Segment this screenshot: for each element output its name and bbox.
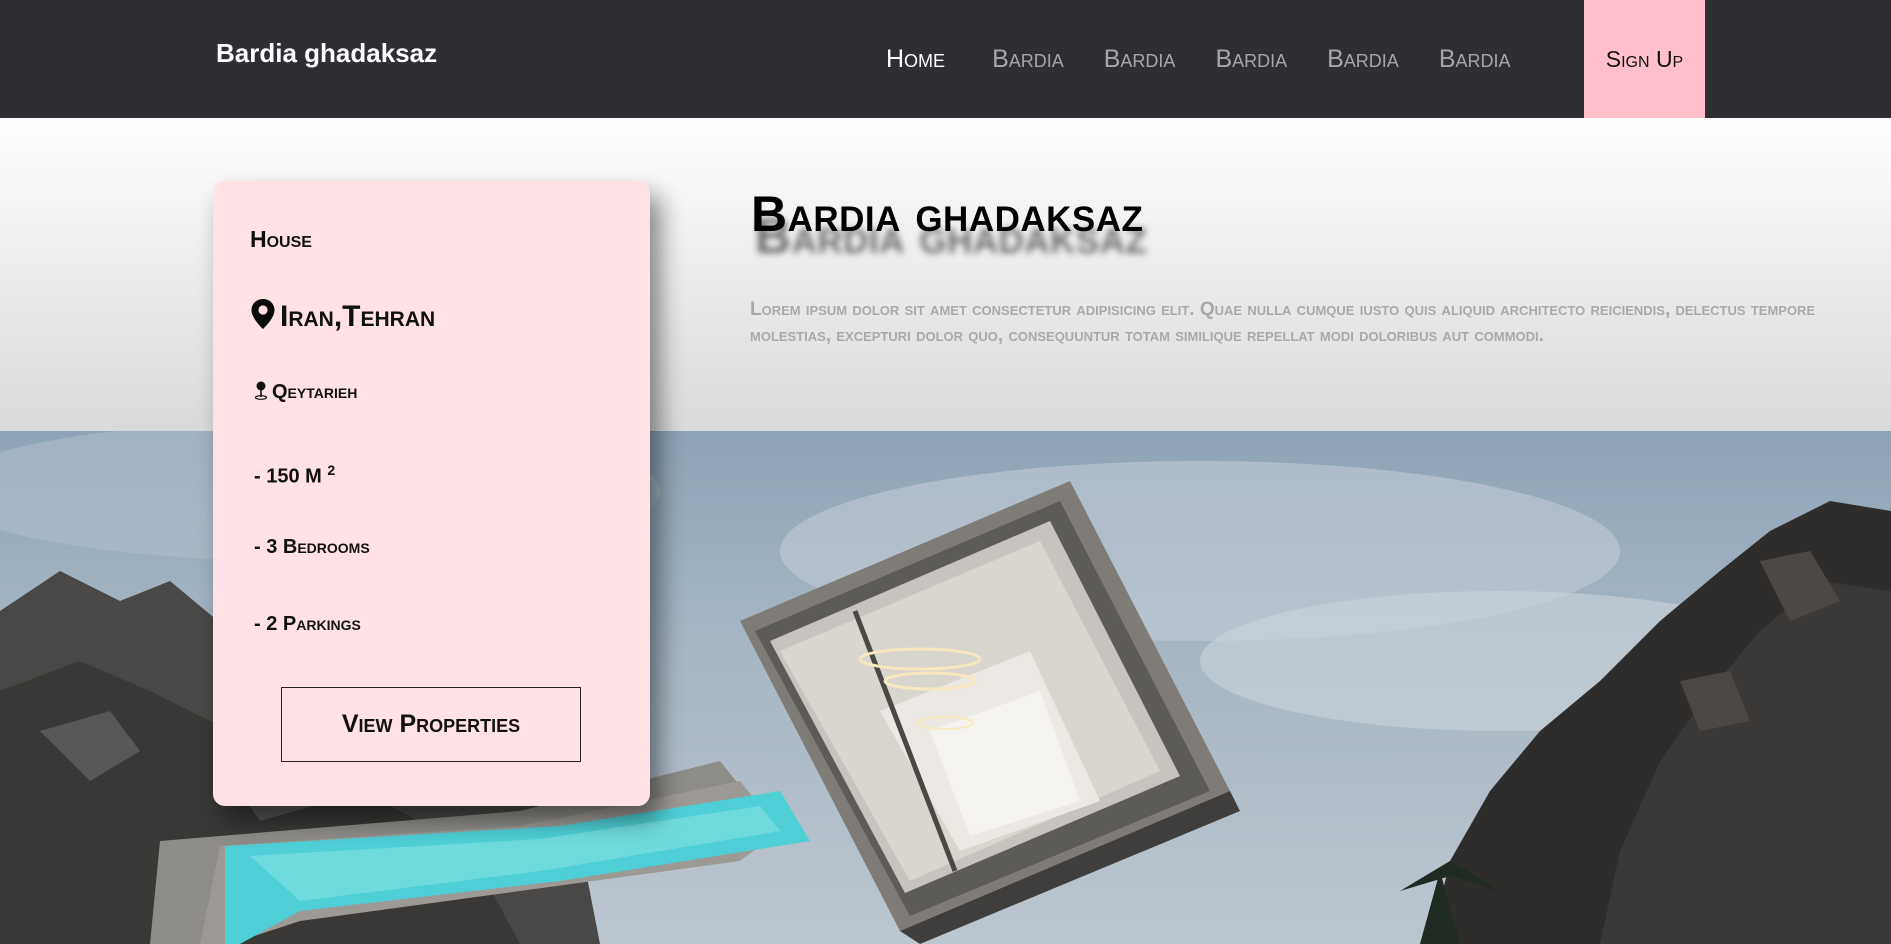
nav-link-bardia-4[interactable]: Bardia <box>1327 45 1399 74</box>
area-name: Qeytarieh <box>272 381 358 403</box>
nav-link-bardia-1[interactable]: Bardia <box>992 45 1064 74</box>
nav-link-bardia-5[interactable]: Bardia <box>1439 45 1511 74</box>
property-size: - 150 M 2 <box>254 462 335 489</box>
navbar: Bardia ghadaksaz Home Bardia Bardia Bard… <box>0 0 1891 118</box>
property-location: Iran,Tehran <box>250 298 435 335</box>
view-properties-button[interactable]: View Properties <box>281 687 581 762</box>
nav-links: Home Bardia Bardia Bardia Bardia Bardia <box>870 0 1551 118</box>
map-pin-icon <box>250 298 276 335</box>
property-area: Qeytarieh <box>254 380 357 405</box>
hero-title: Bardia ghadaksaz <box>751 186 1144 242</box>
property-type: House <box>250 226 312 252</box>
property-bedrooms: - 3 Bedrooms <box>254 536 370 558</box>
property-card: House Iran,Tehran Qeytarieh - 150 M 2 - … <box>213 181 650 806</box>
nav-link-home[interactable]: Home <box>886 45 945 74</box>
brand-logo[interactable]: Bardia ghadaksaz <box>216 38 437 69</box>
location-text: Iran,Tehran <box>280 299 436 333</box>
signup-button[interactable]: Sign Up <box>1584 0 1705 118</box>
nav-link-bardia-2[interactable]: Bardia <box>1104 45 1176 74</box>
size-exponent: 2 <box>327 462 336 478</box>
small-map-pin-icon <box>254 380 268 405</box>
property-parkings: - 2 Parkings <box>254 613 361 635</box>
size-value: - 150 M <box>254 465 322 488</box>
nav-link-bardia-3[interactable]: Bardia <box>1215 45 1287 74</box>
hero-description: Lorem ipsum dolor sit amet consectetur a… <box>750 299 1816 346</box>
